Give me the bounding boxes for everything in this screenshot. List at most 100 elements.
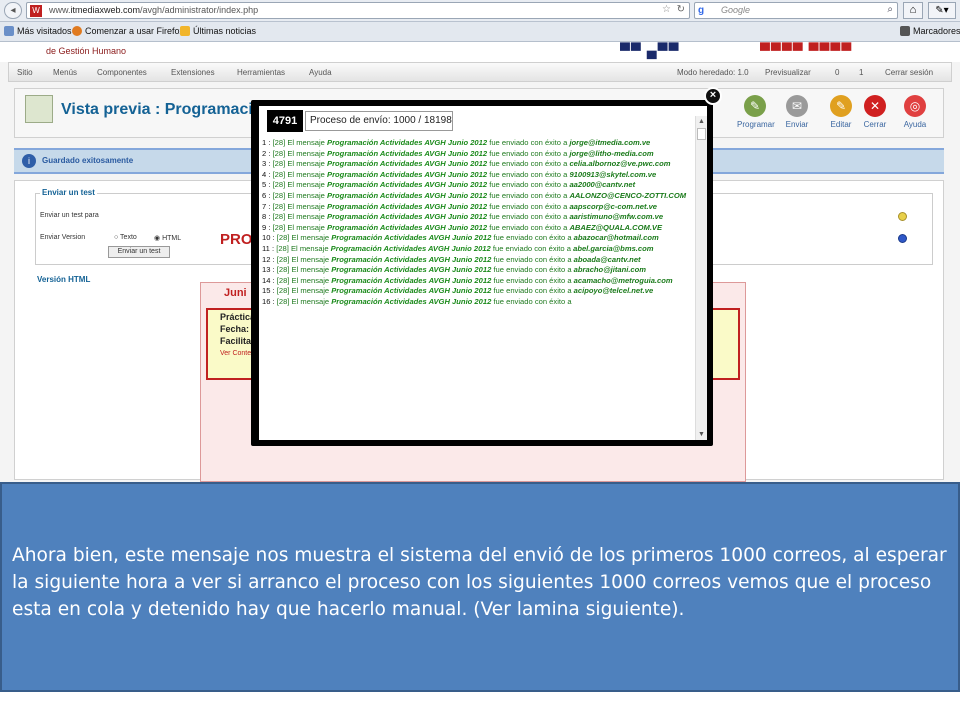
modal-content: 4791 Proceso de envío: 1000 / 18198 1 : … — [259, 106, 707, 440]
log-entry-email: abracho@jitani.com — [573, 265, 647, 275]
log-entry: 5 : [28] El mensaje Programación Activid… — [262, 180, 691, 191]
log-entry-subject: Programación Actividades AVGH Junio 2012 — [327, 148, 488, 158]
log-entry-prefix: [28] El mensaje — [276, 254, 332, 264]
menu-help[interactable]: Ayuda — [309, 68, 332, 77]
log-entry-middle: fue enviado con éxito a — [487, 148, 570, 158]
rss-icon — [180, 26, 190, 36]
newsletter-title: PRO — [220, 231, 253, 248]
log-entry-subject: Programación Actividades AVGH Junio 2012 — [331, 254, 492, 264]
send-log[interactable]: 1 : [28] El mensaje Programación Activid… — [259, 138, 695, 438]
site-favicon-icon: W — [30, 5, 42, 17]
modal-close-button[interactable]: × — [704, 87, 722, 105]
logo-subtitle: de Gestión Humano — [46, 46, 127, 56]
legacy-mode-label: Modo heredado: 1.0 — [677, 68, 749, 77]
log-entry: 1 : [28] El mensaje Programación Activid… — [262, 138, 691, 149]
info-icon: i — [22, 154, 36, 168]
menu-components[interactable]: Componentes — [97, 68, 147, 77]
log-entry-number: 14 : — [262, 275, 277, 285]
log-entry-subject: Programación Actividades AVGH Junio 2012 — [327, 222, 488, 232]
logout-link[interactable]: Cerrar sesión — [885, 68, 933, 77]
bookmark-getting-started[interactable]: Comenzar a usar Firefox — [72, 26, 184, 36]
reload-icon[interactable]: ↻ — [677, 4, 685, 15]
schedule-button[interactable]: ✎ Programar — [737, 95, 775, 129]
log-entry-email: acipoyo@telcel.net.ve — [573, 286, 654, 296]
send-button[interactable]: ✉ Enviar — [779, 95, 815, 129]
log-entry-number: 15 : — [262, 286, 277, 296]
send-test-legend: Enviar un test — [40, 188, 97, 197]
search-placeholder: Google — [721, 5, 751, 15]
back-button[interactable]: ◂ — [4, 2, 22, 19]
search-icon[interactable]: ⌕ — [887, 4, 893, 15]
log-entry-subject: Programación Actividades AVGH Junio 2012 — [327, 169, 488, 179]
log-entry-email: acamacho@metroguia.com — [573, 275, 673, 285]
log-entry: 6 : [28] El mensaje Programación Activid… — [262, 191, 691, 202]
send-test-button[interactable]: Enviar un test — [108, 246, 170, 258]
log-entry-number: 4 : — [262, 169, 273, 179]
bookmarks-bar: Más visitados Comenzar a usar Firefox Úl… — [0, 22, 960, 42]
caption-box: Ahora bien, este mensaje nos muestra el … — [0, 482, 960, 692]
help-button[interactable]: ◎ Ayuda — [897, 95, 933, 129]
bookmark-most-visited[interactable]: Más visitados — [4, 26, 72, 36]
log-entry-middle: fue enviado con éxito a — [487, 159, 570, 169]
log-entry-middle: fue enviado con éxito a — [487, 180, 570, 190]
edit-icon: ✎ — [830, 95, 852, 117]
cancel-icon: ✕ — [864, 95, 886, 117]
bookmarks-menu[interactable]: Marcadores — [900, 26, 960, 36]
preview-link[interactable]: Previsualizar — [765, 68, 811, 77]
extensions-button[interactable]: ✎▾ — [928, 2, 956, 19]
log-entry-email: aa2000@cantv.net — [569, 180, 636, 190]
browser-toolbar: ◂ W www.itmediaxweb.com/avgh/administrat… — [0, 0, 960, 22]
log-entry-number: 2 : — [262, 148, 273, 158]
scroll-down-icon[interactable]: ▼ — [696, 429, 707, 440]
log-entry: 14 : [28] El mensaje Programación Activi… — [262, 276, 691, 287]
users-count: 1 — [859, 68, 864, 77]
log-entry-email: AALONZO@CENCO-ZOTTI.COM — [569, 190, 687, 200]
send-icon: ✉ — [786, 95, 808, 117]
log-entry-number: 8 : — [262, 212, 273, 222]
log-entry-email: ABAEZ@QUALA.COM.VE — [569, 222, 663, 232]
log-entry-subject: Programación Actividades AVGH Junio 2012 — [331, 286, 492, 296]
bookmark-latest-news[interactable]: Últimas noticias — [180, 26, 256, 36]
log-entry-subject: Programación Actividades AVGH Junio 2012 — [327, 180, 488, 190]
log-entry-middle: fue enviado con éxito a — [487, 212, 570, 222]
log-entry-email: abel.garcia@bms.com — [573, 243, 654, 253]
log-entry-email: jorge@itmedia.com.ve — [569, 138, 651, 147]
scroll-up-icon[interactable]: ▲ — [696, 116, 707, 127]
log-entry-subject: Programación Actividades AVGH Junio 2012 — [330, 243, 491, 253]
home-button[interactable]: ⌂ — [903, 2, 923, 19]
log-entry-email: 9100913@skytel.com.ve — [569, 169, 657, 179]
messages-count: 0 — [835, 68, 840, 77]
close-toolbar-button[interactable]: ✕ Cerrar — [857, 95, 893, 129]
scroll-thumb[interactable] — [697, 128, 706, 140]
log-entry: 16 : [28] El mensaje Programación Activi… — [262, 297, 691, 308]
menu-tools[interactable]: Herramientas — [237, 68, 285, 77]
system-message-text: Guardado exitosamente — [42, 156, 134, 165]
html-version-legend: Versión HTML — [35, 275, 93, 284]
log-entry-prefix: [28] El mensaje — [272, 212, 328, 222]
header-logo-blue: ▀▀ ▄▀▀ — [620, 42, 680, 58]
log-entry-email: abazocar@hotmail.com — [573, 233, 659, 243]
address-bar[interactable]: W www.itmediaxweb.com/avgh/administrator… — [26, 2, 690, 19]
text-option[interactable]: ○ Texto — [114, 234, 137, 241]
search-box[interactable]: g Google ⌕ — [694, 2, 898, 19]
log-entry-subject: Programación Actividades AVGH Junio 2012 — [331, 265, 492, 275]
log-entry-subject: Programación Actividades AVGH Junio 2012 — [327, 138, 488, 147]
menu-site[interactable]: Sitio — [17, 68, 33, 77]
menu-extensions[interactable]: Extensiones — [171, 68, 215, 77]
html-option[interactable]: ◉ HTML — [154, 234, 181, 242]
log-entry-prefix: [28] El mensaje — [272, 201, 328, 211]
log-entry-number: 11 : — [262, 243, 277, 253]
log-entry: 15 : [28] El mensaje Programación Activi… — [262, 286, 691, 297]
bookmark-star-icon[interactable]: ☆ — [662, 4, 671, 15]
log-entry-subject: Programación Actividades AVGH Junio 2012 — [331, 296, 492, 306]
url-text: www.itmediaxweb.com/avgh/administrator/i… — [49, 5, 259, 15]
log-entry-middle: fue enviado con éxito a — [491, 286, 574, 296]
send-progress-modal: 4791 Proceso de envío: 1000 / 18198 1 : … — [251, 100, 713, 446]
log-entry-number: 5 : — [262, 180, 273, 190]
log-entry-middle: fue enviado con éxito a — [491, 233, 574, 243]
log-entry-number: 3 : — [262, 159, 273, 169]
log-entry-prefix: [28] El mensaje — [272, 169, 328, 179]
menu-menus[interactable]: Menús — [53, 68, 77, 77]
log-scrollbar[interactable]: ▲ ▼ — [695, 116, 707, 440]
edit-button[interactable]: ✎ Editar — [823, 95, 859, 129]
